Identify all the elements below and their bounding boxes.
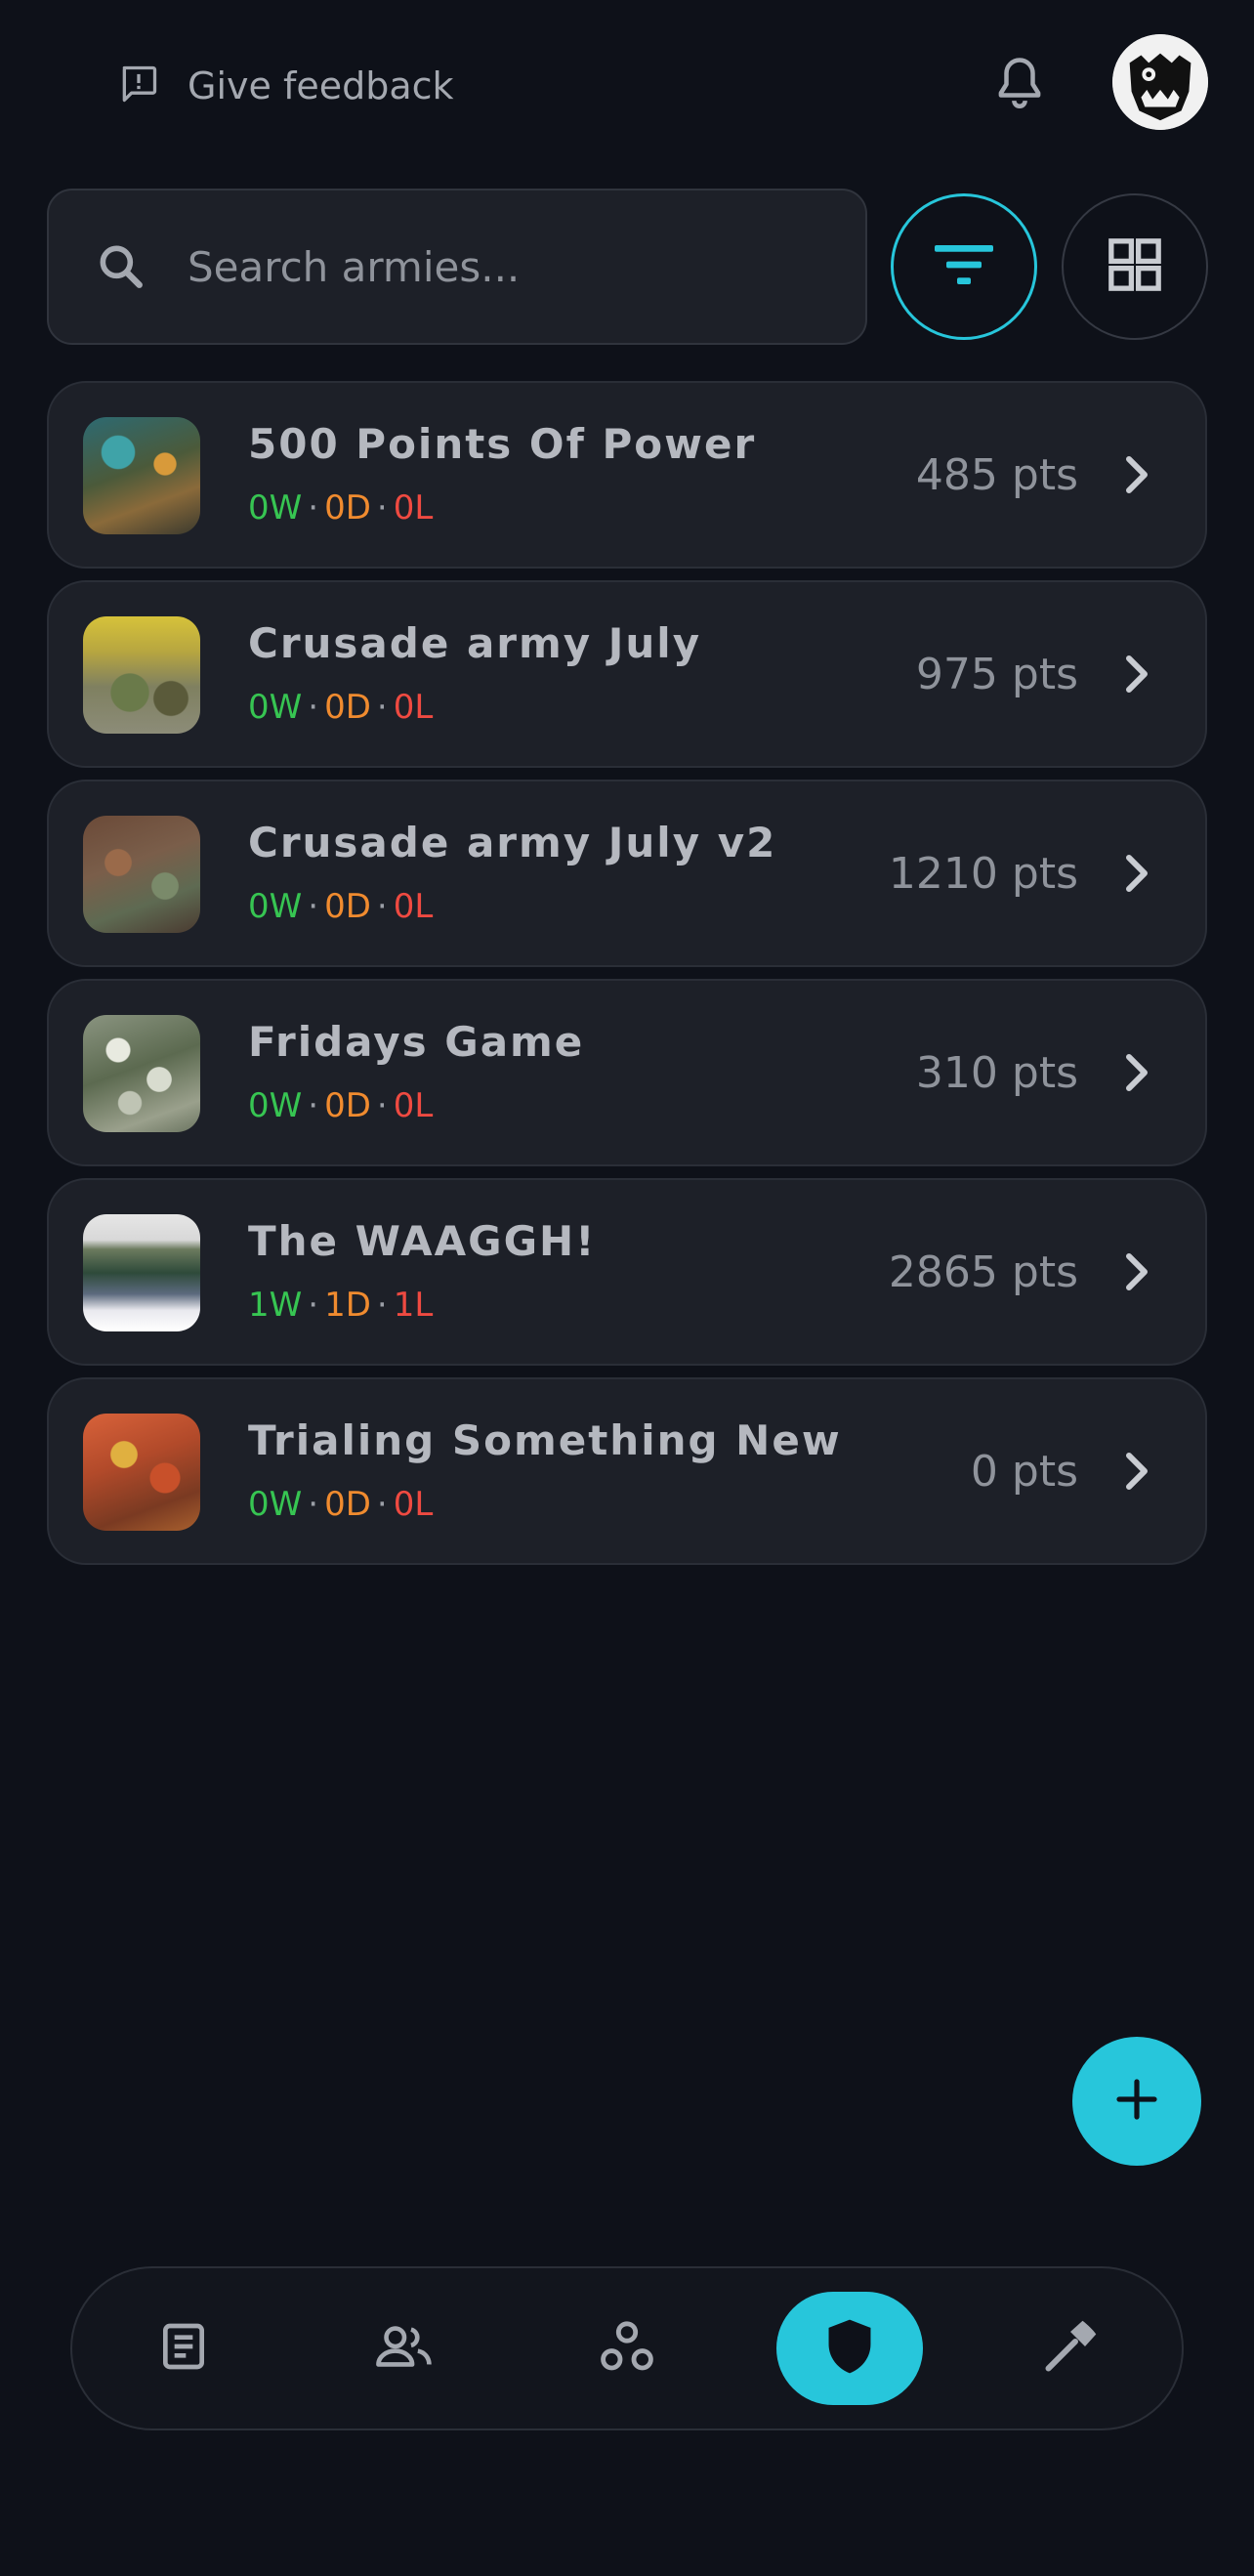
army-name: 500 Points Of Power	[248, 420, 757, 468]
top-bar: Give feedback	[0, 0, 1254, 171]
filter-button[interactable]	[891, 193, 1037, 340]
army-points: 2865 pts	[888, 1246, 1078, 1297]
army-name: Trialing Something New	[248, 1416, 842, 1464]
chevron-right-icon	[1117, 781, 1156, 965]
plus-icon	[1115, 2078, 1158, 2125]
document-icon	[156, 2319, 211, 2378]
search-icon	[90, 235, 152, 298]
shield-icon	[823, 2316, 876, 2381]
army-name: Crusade army July v2	[248, 819, 777, 866]
search-bar[interactable]	[47, 189, 867, 345]
search-input[interactable]	[188, 242, 813, 291]
chevron-right-icon	[1117, 1180, 1156, 1364]
army-points: 975 pts	[915, 649, 1078, 699]
filter-icon	[935, 243, 993, 290]
army-points: 485 pts	[915, 449, 1078, 500]
grid-icon	[1107, 236, 1163, 297]
avatar[interactable]	[1112, 34, 1208, 130]
army-points: 310 pts	[915, 1047, 1078, 1098]
army-thumbnail	[83, 616, 200, 734]
list-item[interactable]: Trialing Something New 0W · 0D · 0L 0 pts	[47, 1377, 1207, 1565]
nav-item-people[interactable]	[331, 2292, 478, 2405]
chevron-right-icon	[1117, 1379, 1156, 1563]
army-record: 1W · 1D · 1L	[248, 1286, 434, 1325]
army-thumbnail	[83, 1214, 200, 1331]
army-record: 0W · 0D · 0L	[248, 1485, 434, 1524]
nav-item-tools[interactable]	[997, 2292, 1144, 2405]
army-points: 1210 pts	[888, 848, 1078, 899]
people-icon	[375, 2319, 434, 2378]
grid-view-button[interactable]	[1062, 193, 1208, 340]
list-item[interactable]: The WAAGGH! 1W · 1D · 1L 2865 pts	[47, 1178, 1207, 1366]
nodes-icon	[599, 2318, 655, 2379]
nav-item-document[interactable]	[110, 2292, 257, 2405]
list-item[interactable]: 500 Points Of Power 0W · 0D · 0L 485 pts	[47, 381, 1207, 569]
army-list: 500 Points Of Power 0W · 0D · 0L 485 pts Cru…	[47, 381, 1207, 1577]
list-item[interactable]: Crusade army July v2 0W · 0D · 0L 1210 pts	[47, 780, 1207, 967]
army-thumbnail	[83, 417, 200, 534]
army-name: Fridays Game	[248, 1018, 585, 1066]
feedback-icon	[117, 63, 160, 109]
army-record: 0W · 0D · 0L	[248, 688, 434, 727]
army-thumbnail	[83, 1015, 200, 1132]
army-name: The WAAGGH!	[248, 1217, 597, 1265]
army-name: Crusade army July	[248, 619, 702, 667]
army-thumbnail	[83, 816, 200, 933]
chevron-right-icon	[1117, 981, 1156, 1164]
army-points: 0 pts	[970, 1446, 1078, 1497]
chevron-right-icon	[1117, 582, 1156, 766]
bottom-navigation	[70, 2266, 1184, 2430]
add-army-button[interactable]	[1072, 2037, 1201, 2166]
axe-icon	[1041, 2317, 1100, 2380]
army-record: 0W · 0D · 0L	[248, 887, 434, 926]
list-item[interactable]: Fridays Game 0W · 0D · 0L 310 pts	[47, 979, 1207, 1166]
feedback-label: Give feedback	[188, 64, 454, 107]
nav-item-nodes[interactable]	[554, 2292, 700, 2405]
list-item[interactable]: Crusade army July 0W · 0D · 0L 975 pts	[47, 580, 1207, 768]
army-record: 0W · 0D · 0L	[248, 1086, 434, 1125]
bell-icon[interactable]	[988, 49, 1051, 115]
nav-item-armies[interactable]	[776, 2292, 923, 2405]
army-record: 0W · 0D · 0L	[248, 488, 434, 528]
give-feedback-button[interactable]: Give feedback	[117, 57, 454, 115]
chevron-right-icon	[1117, 383, 1156, 567]
army-thumbnail	[83, 1414, 200, 1531]
